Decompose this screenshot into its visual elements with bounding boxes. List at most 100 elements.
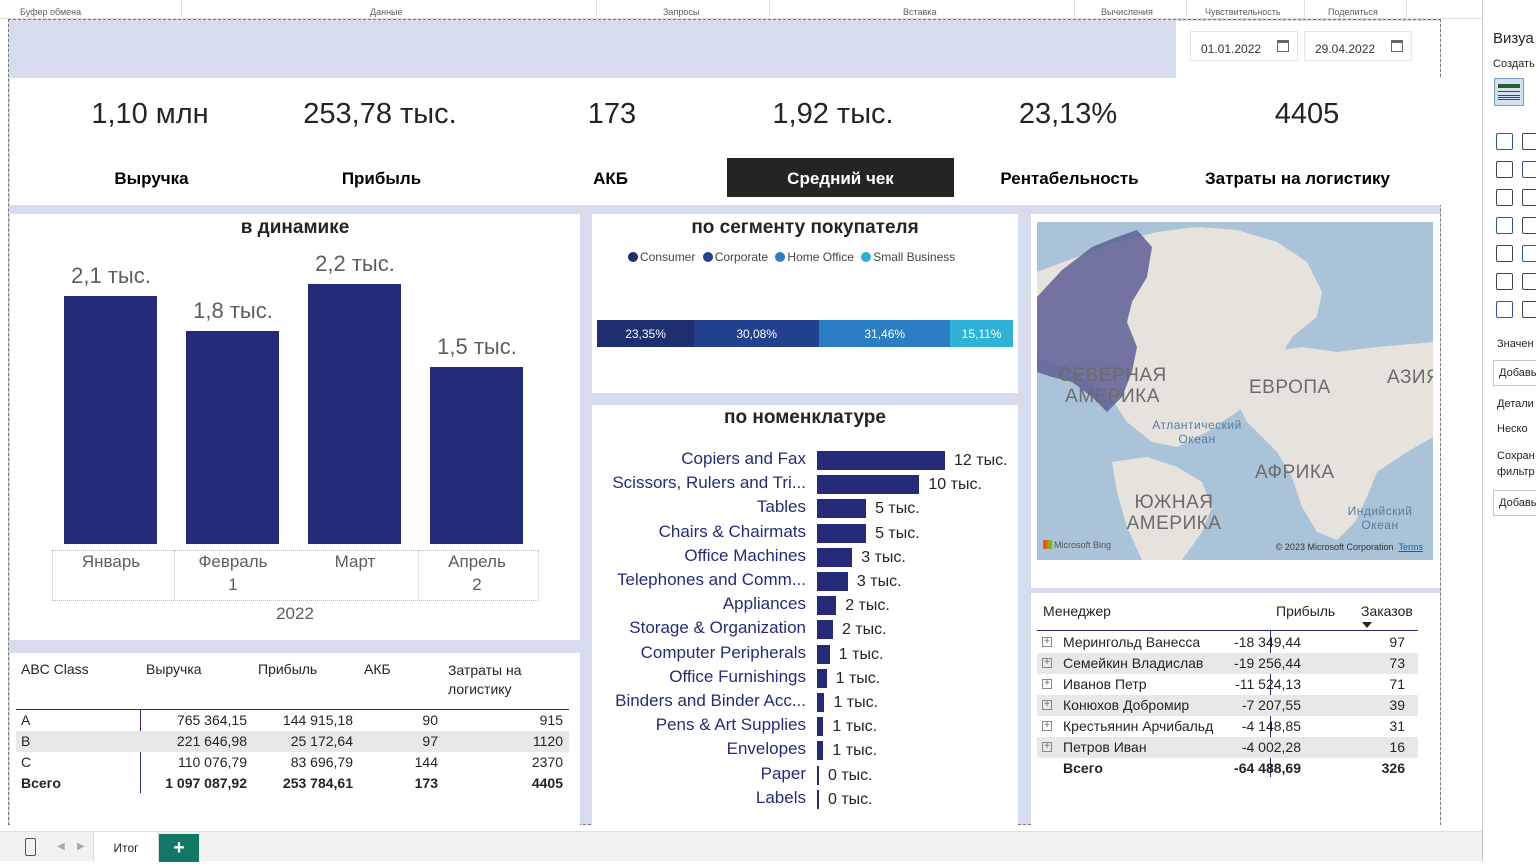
expand-icon[interactable]: + <box>1042 742 1052 752</box>
nomenclature-bar[interactable] <box>817 789 819 809</box>
tab-akb[interactable]: АКБ <box>497 158 724 197</box>
nomenclature-bar[interactable] <box>817 644 830 664</box>
table-visual-icon[interactable] <box>1494 78 1524 106</box>
col-logistics[interactable]: Затраты на логистику <box>448 661 538 699</box>
qa-icon[interactable] <box>1522 301 1536 318</box>
segment-chart[interactable]: по сегменту покупателя Consumer Corporat… <box>592 214 1018 393</box>
segment-part-3[interactable]: 31,46% <box>819 320 951 347</box>
nomenclature-bar[interactable] <box>817 523 867 543</box>
tab-profit[interactable]: Прибыль <box>268 158 495 197</box>
table-row[interactable]: + Конюхов Добромир -7 207,55 39 <box>1037 695 1418 716</box>
abc-total-row[interactable]: Всего 1 097 087,92 253 784,61 173 4405 <box>16 773 569 794</box>
date-from-field[interactable]: 01.01.2022 <box>1190 31 1298 61</box>
col-revenue[interactable]: Выручка <box>146 661 202 677</box>
col-orders[interactable]: Заказов <box>1361 603 1413 619</box>
nomenclature-bar[interactable] <box>817 451 945 470</box>
map-icon[interactable] <box>1496 217 1513 234</box>
table-row[interactable]: + Мерингольд Ванесса -18 349,44 97 <box>1037 632 1418 653</box>
nomenclature-item-label[interactable]: Copiers and Fax <box>681 449 806 469</box>
expand-icon[interactable]: + <box>1042 637 1052 647</box>
legend-item-consumer[interactable]: Consumer <box>628 250 695 264</box>
legend-item-home-office[interactable]: Home Office <box>775 250 854 264</box>
nomenclature-bar[interactable] <box>817 572 848 591</box>
python-visual-icon[interactable] <box>1496 301 1513 318</box>
nomenclature-item-label[interactable]: Chairs & Chairmats <box>659 522 806 542</box>
nomenclature-bar[interactable] <box>817 765 819 785</box>
calendar-icon[interactable] <box>1277 40 1289 52</box>
expand-icon[interactable]: + <box>1042 658 1052 668</box>
nomenclature-bar[interactable] <box>817 620 833 640</box>
sort-desc-icon[interactable] <box>1362 622 1372 628</box>
nomenclature-item-label[interactable]: Office Machines <box>684 546 806 566</box>
bar-3[interactable] <box>308 284 401 544</box>
segment-part-1[interactable]: 23,35% <box>597 320 695 347</box>
nomenclature-bar[interactable] <box>817 547 853 567</box>
col-manager-profit[interactable]: Прибыль <box>1276 603 1335 619</box>
nomenclature-bar[interactable] <box>817 717 824 737</box>
expand-icon[interactable]: + <box>1042 679 1052 689</box>
tab-logistics[interactable]: Затраты на логистику <box>1184 158 1411 197</box>
prev-page-icon[interactable]: ◀ <box>57 841 65 852</box>
tab-avg-check[interactable]: Средний чек <box>727 158 954 197</box>
card-icon[interactable] <box>1496 245 1513 262</box>
world-map[interactable]: СЕВЕРНАЯ АМЕРИКА ЕВРОПА АЗИЯ Атлантическ… <box>1037 222 1433 560</box>
add-details-field[interactable]: Добавь <box>1493 490 1536 516</box>
dynamics-chart[interactable]: в динамике 2,1 тыс. Январь 1,8 тыс. Февраль… <box>10 214 580 640</box>
decomposition-icon[interactable] <box>1522 273 1536 290</box>
nomenclature-item-label[interactable]: Storage & Organization <box>629 618 806 638</box>
bar-1[interactable] <box>64 295 157 544</box>
col-manager[interactable]: Менеджер <box>1043 603 1111 619</box>
mobile-layout-icon[interactable] <box>25 838 36 856</box>
tab-profitability[interactable]: Рентабельность <box>956 158 1183 197</box>
combo-chart-icon[interactable] <box>1496 189 1513 206</box>
calendar-icon[interactable] <box>1391 40 1403 52</box>
nomenclature-bar[interactable] <box>817 693 825 712</box>
multi-card-icon[interactable] <box>1522 245 1536 262</box>
expand-icon[interactable]: + <box>1042 700 1052 710</box>
add-page-button[interactable]: + <box>159 834 199 862</box>
shape-map-icon[interactable] <box>1522 217 1536 234</box>
table-row[interactable]: B 221 646,98 25 172,64 97 1120 <box>16 731 569 752</box>
nomenclature-item-label[interactable]: Paper <box>761 764 806 784</box>
table-row[interactable]: + Семейкин Владислав -19 256,44 73 <box>1037 653 1418 674</box>
nomenclature-item-label[interactable]: Pens & Art Supplies <box>656 715 806 735</box>
stacked-bar-icon[interactable] <box>1496 133 1513 150</box>
manager-total-row[interactable]: Всего -64 488,69 326 <box>1037 758 1418 779</box>
manager-table[interactable]: Менеджер Прибыль Заказов + Мерингольд Ван… <box>1031 593 1440 825</box>
nomenclature-item-label[interactable]: Scissors, Rulers and Tri... <box>612 473 806 493</box>
col-profit[interactable]: Прибыль <box>258 661 317 677</box>
legend-item-small-business[interactable]: Small Business <box>861 250 955 264</box>
nomenclature-item-label[interactable]: Labels <box>756 788 806 808</box>
abc-table[interactable]: ABC Class Выручка Прибыль АКБ Затраты на… <box>10 653 580 825</box>
next-page-icon[interactable]: ▶ <box>77 841 85 852</box>
nomenclature-item-label[interactable]: Binders and Binder Acc... <box>615 691 806 711</box>
bar-4[interactable] <box>430 366 523 544</box>
segment-part-4[interactable]: 15,11% <box>950 320 1013 347</box>
sheet-tab-itog[interactable]: Итог <box>93 832 159 862</box>
clustered-bar-icon[interactable] <box>1522 133 1536 150</box>
table-row[interactable]: + Петров Иван -4 002,28 16 <box>1037 737 1418 758</box>
nomenclature-item-label[interactable]: Office Furnishings <box>669 667 806 687</box>
table-row[interactable]: + Крестьянин Арчибальд -4 148,85 31 <box>1037 716 1418 737</box>
legend-item-corporate[interactable]: Corporate <box>702 250 768 264</box>
expand-icon[interactable]: + <box>1042 721 1052 731</box>
nomenclature-item-label[interactable]: Telephones and Comm... <box>617 570 806 590</box>
table-row[interactable]: A 765 364,15 144 915,18 90 915 <box>16 710 569 731</box>
nomenclature-bar[interactable] <box>817 475 920 495</box>
segment-part-2[interactable]: 30,08% <box>694 320 820 347</box>
nomenclature-item-label[interactable]: Tables <box>757 497 806 517</box>
area-chart-icon[interactable] <box>1522 161 1536 178</box>
nomenclature-bar[interactable] <box>817 668 827 688</box>
nomenclature-chart[interactable]: по номенклатуре Copiers and Fax 12 тыс. Sc… <box>592 405 1018 825</box>
date-to-field[interactable]: 29.04.2022 <box>1304 31 1412 61</box>
nomenclature-item-label[interactable]: Appliances <box>723 594 806 614</box>
slicer-icon[interactable] <box>1496 273 1513 290</box>
col-abc-class[interactable]: ABC Class <box>21 661 89 677</box>
bar-2[interactable] <box>186 331 279 544</box>
map-visual[interactable]: СЕВЕРНАЯ АМЕРИКА ЕВРОПА АЗИЯ Атлантическ… <box>1031 214 1440 588</box>
add-values-field[interactable]: Добавь <box>1493 360 1536 386</box>
nomenclature-bar[interactable] <box>817 741 824 761</box>
tab-revenue[interactable]: Выручка <box>38 158 265 197</box>
nomenclature-item-label[interactable]: Computer Peripherals <box>641 643 806 663</box>
nomenclature-bar[interactable] <box>817 596 837 616</box>
